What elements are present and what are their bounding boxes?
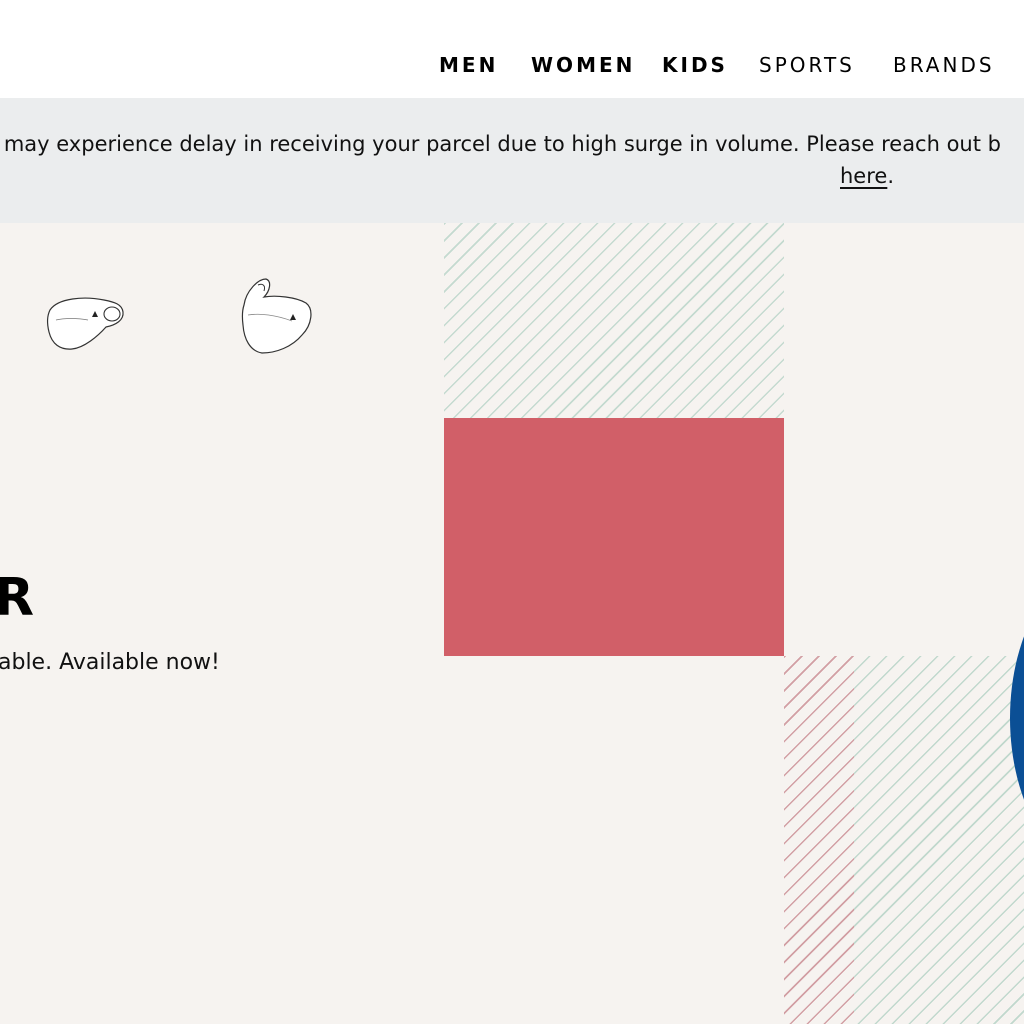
decorative-hatch-bottom-red <box>784 656 854 1024</box>
notice-link-line: here. <box>840 162 894 190</box>
nav-item-men[interactable]: MEN <box>439 51 498 79</box>
hero-banner[interactable]: R able. Available now! <box>0 223 1024 1024</box>
decorative-hatch-top <box>444 223 784 418</box>
face-mask-icon <box>47 297 124 350</box>
decorative-red-block <box>444 418 784 656</box>
top-header: MEN WOMEN KIDS SPORTS BRANDS <box>0 0 1024 98</box>
hero-title: R <box>0 568 35 628</box>
nav-item-sports[interactable]: SPORTS <box>759 51 855 79</box>
nav-item-kids[interactable]: KIDS <box>662 51 728 79</box>
face-mask-side-icon <box>241 278 312 354</box>
main-nav: MEN WOMEN KIDS SPORTS BRANDS <box>0 51 1024 79</box>
notice-text: ou may experience delay in receiving you… <box>0 132 1001 156</box>
notice-here-link[interactable]: here <box>840 164 887 188</box>
notice-period: . <box>887 164 895 188</box>
hero-subtitle: able. Available now! <box>0 650 220 675</box>
nav-item-brands[interactable]: BRANDS <box>893 51 995 79</box>
delivery-notice-banner: ou may experience delay in receiving you… <box>0 98 1024 223</box>
nav-item-women[interactable]: WOMEN <box>531 51 635 79</box>
